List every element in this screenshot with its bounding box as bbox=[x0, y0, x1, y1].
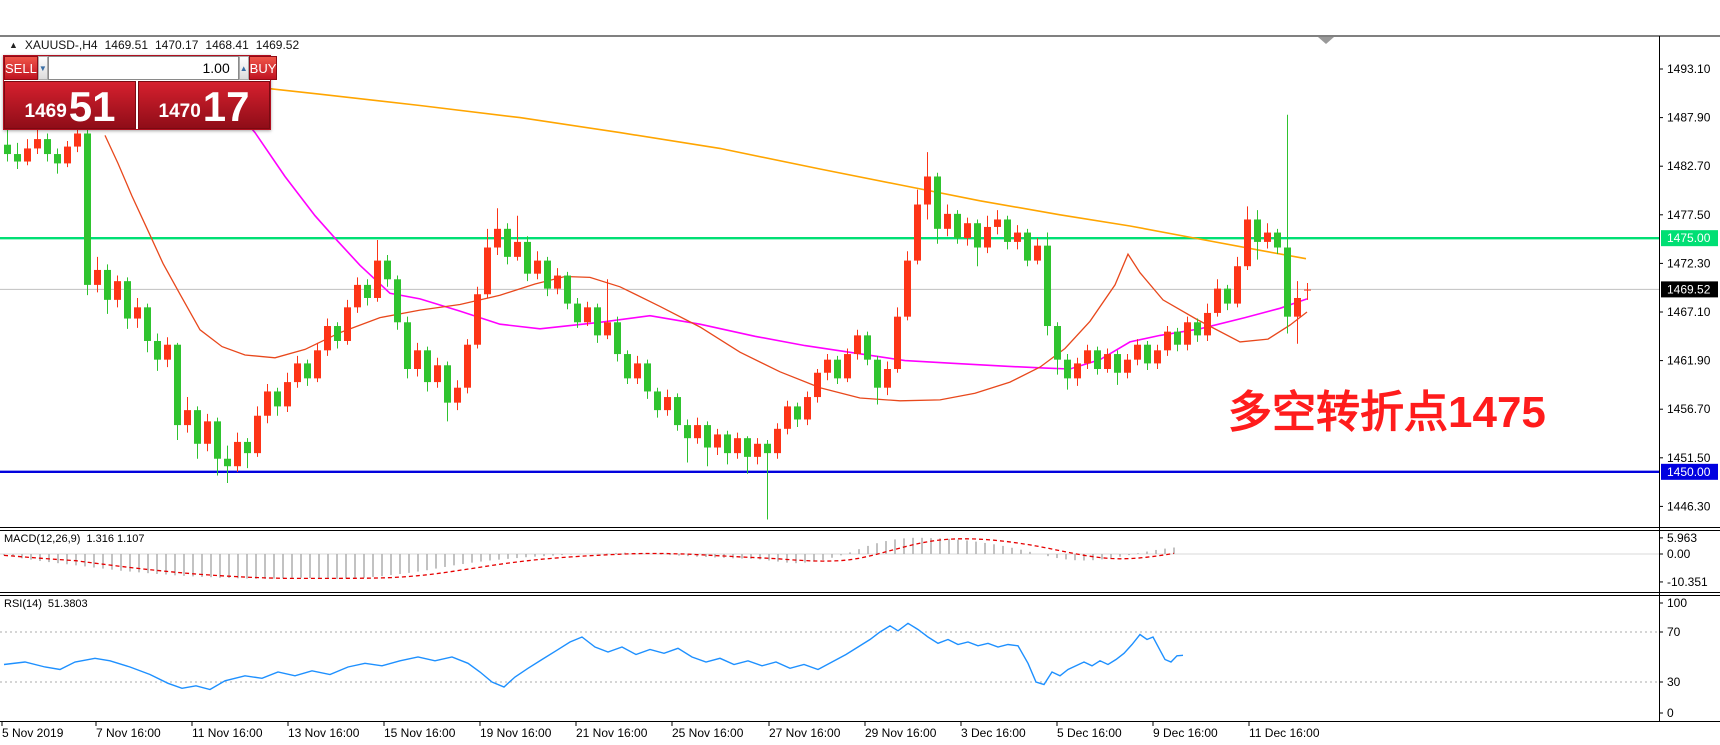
sell-price-big: 51 bbox=[69, 89, 116, 125]
svg-text:1477.50: 1477.50 bbox=[1667, 208, 1711, 222]
volume-increase-button[interactable]: ▲ bbox=[239, 56, 249, 80]
svg-text:19 Nov 16:00: 19 Nov 16:00 bbox=[480, 726, 552, 740]
volume-decrease-button[interactable]: ▼ bbox=[38, 56, 48, 80]
ohlc-high: 1470.17 bbox=[155, 38, 198, 52]
svg-text:15 Nov 16:00: 15 Nov 16:00 bbox=[384, 726, 456, 740]
ohlc-open: 1469.51 bbox=[105, 38, 148, 52]
chart-annotation-text: 多空转折点1475 bbox=[1228, 388, 1546, 437]
ohlc-low: 1468.41 bbox=[205, 38, 248, 52]
sell-button[interactable]: SELL bbox=[4, 56, 38, 80]
buy-button[interactable]: BUY bbox=[249, 56, 278, 80]
svg-text:70: 70 bbox=[1667, 625, 1681, 639]
svg-text:25 Nov 16:00: 25 Nov 16:00 bbox=[672, 726, 744, 740]
svg-text:5 Nov 2019: 5 Nov 2019 bbox=[2, 726, 64, 740]
svg-text:1450.00: 1450.00 bbox=[1667, 465, 1711, 479]
svg-text:13 Nov 16:00: 13 Nov 16:00 bbox=[288, 726, 360, 740]
svg-text:1461.90: 1461.90 bbox=[1667, 354, 1711, 368]
buy-price-big: 17 bbox=[203, 89, 250, 125]
svg-text:5.963: 5.963 bbox=[1667, 531, 1697, 545]
svg-text:1493.10: 1493.10 bbox=[1667, 62, 1711, 76]
svg-text:11 Dec 16:00: 11 Dec 16:00 bbox=[1249, 726, 1320, 740]
svg-text:30: 30 bbox=[1667, 675, 1681, 689]
sell-price-tile[interactable]: 1469 51 bbox=[4, 81, 136, 129]
svg-text:1446.30: 1446.30 bbox=[1667, 499, 1711, 513]
svg-text:27 Nov 16:00: 27 Nov 16:00 bbox=[769, 726, 841, 740]
one-click-trade-panel: SELL ▼ ▲ BUY 1469 51 1470 17 bbox=[3, 55, 271, 130]
buy-price-small: 1470 bbox=[159, 102, 201, 121]
trading-platform-window: 𝄛 E ⣿⣿ F A T ⬥⬦ ▼ M1M5M15M30H1H4D1W1MN 1… bbox=[0, 0, 1720, 745]
svg-text:7 Nov 16:00: 7 Nov 16:00 bbox=[96, 726, 161, 740]
volume-input[interactable] bbox=[48, 56, 239, 80]
rsi-label: RSI(14) 51.3803 bbox=[4, 598, 88, 610]
svg-text:11 Nov 16:00: 11 Nov 16:00 bbox=[192, 726, 263, 740]
svg-text:5 Dec 16:00: 5 Dec 16:00 bbox=[1057, 726, 1122, 740]
symbol-title: XAUUSD-,H4 bbox=[25, 38, 98, 52]
svg-text:100: 100 bbox=[1667, 596, 1687, 610]
svg-text:1467.10: 1467.10 bbox=[1667, 305, 1711, 319]
svg-text:1482.70: 1482.70 bbox=[1667, 159, 1711, 173]
svg-text:0.00: 0.00 bbox=[1667, 547, 1691, 561]
svg-text:1487.90: 1487.90 bbox=[1667, 111, 1711, 125]
svg-text:9 Dec 16:00: 9 Dec 16:00 bbox=[1153, 726, 1218, 740]
svg-text:1451.50: 1451.50 bbox=[1667, 451, 1711, 465]
svg-text:3 Dec 16:00: 3 Dec 16:00 bbox=[961, 726, 1026, 740]
svg-text:0: 0 bbox=[1667, 706, 1674, 720]
svg-text:29 Nov 16:00: 29 Nov 16:00 bbox=[865, 726, 937, 740]
macd-label: MACD(12,26,9) 1.316 1.107 bbox=[4, 533, 145, 545]
svg-text:-10.351: -10.351 bbox=[1667, 575, 1708, 589]
svg-text:1469.52: 1469.52 bbox=[1667, 282, 1711, 296]
svg-text:1475.00: 1475.00 bbox=[1667, 231, 1711, 245]
ohlc-close: 1469.52 bbox=[256, 38, 299, 52]
symbol-header: ▲ XAUUSD-,H4 1469.51 1470.17 1468.41 146… bbox=[9, 38, 299, 52]
svg-text:1472.30: 1472.30 bbox=[1667, 256, 1711, 270]
buy-price-tile[interactable]: 1470 17 bbox=[138, 81, 270, 129]
svg-text:21 Nov 16:00: 21 Nov 16:00 bbox=[576, 726, 648, 740]
svg-text:1456.70: 1456.70 bbox=[1667, 402, 1711, 416]
sell-price-small: 1469 bbox=[25, 102, 67, 121]
collapse-triangle-icon[interactable]: ▲ bbox=[9, 40, 18, 50]
